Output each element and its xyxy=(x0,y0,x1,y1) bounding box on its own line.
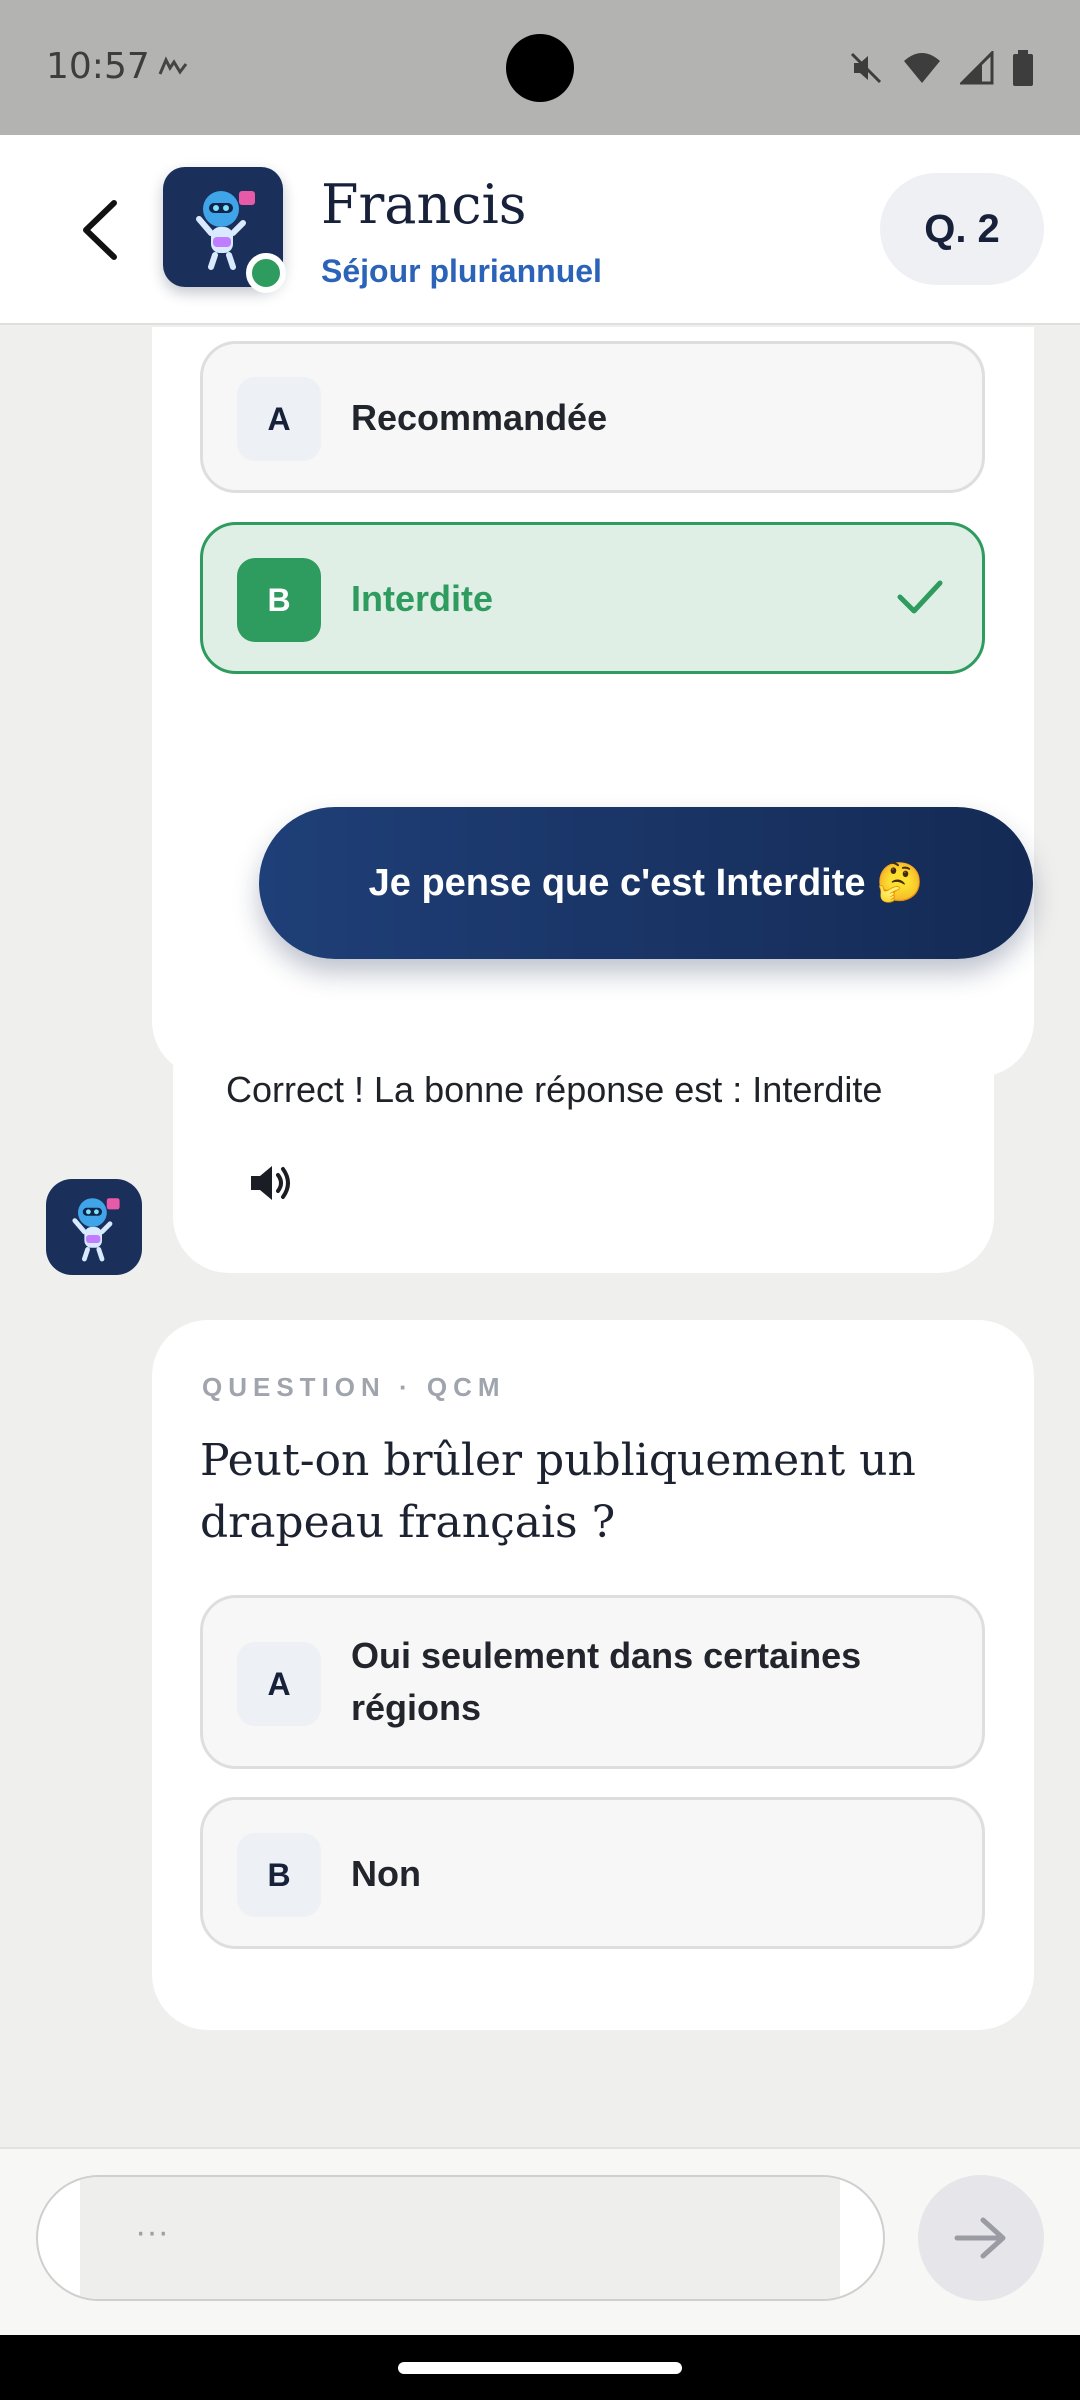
battery-icon xyxy=(1013,50,1033,86)
camera-cutout xyxy=(506,34,574,102)
bot-message-bubble: Correct ! La bonne réponse est : Interdi… xyxy=(173,1017,994,1273)
back-arrow-icon xyxy=(83,200,117,260)
check-icon xyxy=(897,580,943,614)
send-button[interactable] xyxy=(918,2175,1044,2301)
answer-option-b[interactable]: B Non xyxy=(200,1797,985,1949)
system-nav-bar xyxy=(0,2335,1080,2400)
wifi-icon xyxy=(904,53,940,83)
bot-avatar xyxy=(46,1179,142,1275)
status-icons xyxy=(848,48,1034,88)
option-letter: A xyxy=(237,377,321,461)
bot-message-text: Correct ! La bonne réponse est : Interdi… xyxy=(226,1069,883,1110)
arrow-right-icon xyxy=(954,2217,1006,2259)
chat-thread[interactable]: A Recommandée B Interdite Je pense que c… xyxy=(0,327,1080,2147)
message-input-bar: ··· xyxy=(0,2147,1080,2335)
mute-icon xyxy=(850,52,882,84)
question-number-badge: Q. 2 xyxy=(880,173,1044,285)
chat-header: Francis Séjour pluriannuel Q. 2 xyxy=(0,135,1080,325)
online-status-indicator xyxy=(246,253,286,293)
previous-option-b-correct[interactable]: B Interdite xyxy=(200,522,985,674)
notification-icon xyxy=(158,56,188,75)
status-bar: 10:57 xyxy=(0,0,1080,135)
answer-option-a[interactable]: A Oui seulement dans certaines régions xyxy=(200,1595,985,1769)
option-letter: B xyxy=(237,1833,321,1917)
back-button[interactable] xyxy=(70,197,130,263)
message-input-placeholder[interactable]: ··· xyxy=(80,2177,840,2299)
option-label: Recommandée xyxy=(351,397,608,438)
message-input[interactable]: ··· xyxy=(36,2175,885,2301)
signal-icon xyxy=(960,51,994,85)
option-label: Oui seulement dans certaines régions xyxy=(351,1635,862,1728)
option-letter: B xyxy=(237,558,321,642)
option-letter: A xyxy=(237,1642,321,1726)
question-text: Peut-on brûler publiquement un drapeau f… xyxy=(200,1435,916,1548)
user-message-bubble: Je pense que c'est Interdite 🤔 xyxy=(259,807,1033,959)
option-label: Non xyxy=(351,1853,421,1894)
speaker-icon[interactable] xyxy=(249,1163,293,1203)
agent-name: Francis xyxy=(321,173,527,236)
agent-subtitle: Séjour pluriannuel xyxy=(321,253,602,289)
question-type-label: QUESTION · QCM xyxy=(202,1372,506,1402)
status-time: 10:57 xyxy=(46,46,150,87)
option-label: Interdite xyxy=(351,578,494,619)
robot-avatar-icon xyxy=(72,1198,120,1262)
previous-option-a[interactable]: A Recommandée xyxy=(200,341,985,493)
home-gesture-bar[interactable] xyxy=(398,2362,682,2374)
